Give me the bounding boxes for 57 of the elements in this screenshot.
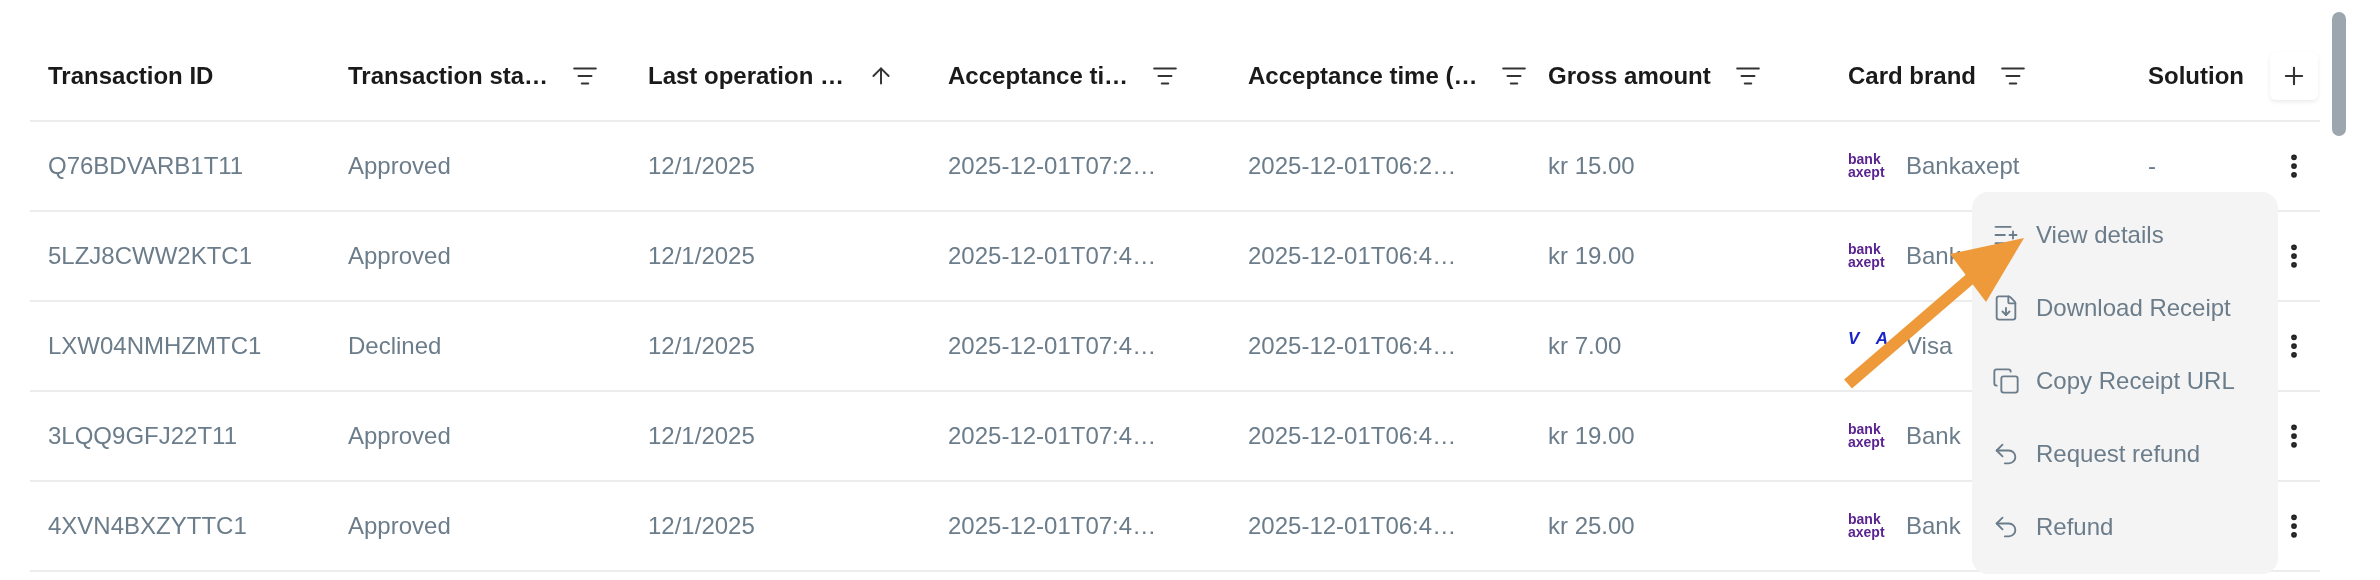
- table-cell: 2025-12-01T07:4…: [948, 512, 1157, 539]
- table-cell: 2025-12-01T06:4…: [1248, 242, 1457, 269]
- table-cell: 2025-12-01T06:4…: [1248, 422, 1457, 449]
- table-cell: Approved: [348, 422, 451, 449]
- table-cell: 12/1/2025: [648, 152, 755, 179]
- table-cell-text: Visa: [1906, 331, 1953, 361]
- table-cell: Approved: [348, 152, 451, 179]
- table-cell: 2025-12-01T07:4…: [948, 242, 1157, 269]
- table-cell: kr 7.00: [1548, 332, 1622, 359]
- column-header: Last operation …: [648, 61, 845, 91]
- table-cell: 5LZJ8CWW2KTC1: [48, 242, 253, 269]
- add-column-button[interactable]: [2270, 52, 2318, 100]
- column-header: Solution: [2148, 61, 2244, 91]
- table-cell: Approved: [348, 512, 451, 539]
- menu-item[interactable]: Download Receipt: [1972, 271, 2278, 344]
- table-cell: 12/1/2025: [648, 512, 755, 539]
- table-cell: LXW04NMHZMTC1: [48, 332, 262, 359]
- table-cell: 2025-12-01T06:4…: [1248, 332, 1457, 359]
- card-logo: bank axept: [1848, 423, 1886, 449]
- table-cell: kr 25.00: [1548, 512, 1635, 539]
- scrollbar[interactable]: [2332, 12, 2346, 136]
- menu-item[interactable]: View details: [1972, 198, 2278, 271]
- menu-item[interactable]: Copy Receipt URL: [1972, 344, 2278, 417]
- table-cell: kr 15.00: [1548, 152, 1635, 179]
- table-cell: 2025-12-01T07:4…: [948, 332, 1157, 359]
- column-header: Transaction sta…: [348, 61, 549, 91]
- table-cell: Declined: [348, 332, 442, 359]
- column-header: Card brand: [1848, 61, 1976, 91]
- column-header: Acceptance time (…: [1248, 61, 1478, 91]
- table-cell-text: Bank: [1906, 511, 1961, 541]
- card-logo: bank axept: [1848, 513, 1886, 539]
- table-cell: kr 19.00: [1548, 242, 1635, 269]
- table-cell: 3LQQ9GFJ22T11: [48, 422, 237, 449]
- table-cell: 2025-12-01T07:2…: [948, 152, 1157, 179]
- card-logo: bank axept: [1848, 153, 1886, 179]
- table-cell: Approved: [348, 242, 451, 269]
- copy-icon: [1992, 366, 2020, 395]
- card-logo: V: [1848, 329, 1860, 347]
- table-cell: 2025-12-01T07:4…: [948, 422, 1157, 449]
- table-cell-text: Bankaxept: [1906, 151, 2020, 181]
- menu-item[interactable]: Refund: [1972, 490, 2278, 563]
- table-cell: 12/1/2025: [648, 242, 755, 269]
- table-cell: -: [2148, 152, 2156, 179]
- table-cell: 12/1/2025: [648, 422, 755, 449]
- table-cell: 2025-12-01T06:2…: [1248, 152, 1457, 179]
- table-cell: 4XVN4BXZYTTC1: [48, 512, 247, 539]
- card-logo: A: [1875, 329, 1888, 347]
- column-header: Acceptance ti…: [948, 61, 1129, 91]
- table-cell: 12/1/2025: [648, 332, 755, 359]
- card-logo: bank axept: [1848, 243, 1886, 269]
- table-cell: Q76BDVARB1T11: [48, 152, 244, 179]
- table-cell-text: Bank: [1906, 421, 1961, 451]
- table-cell: kr 19.00: [1548, 422, 1635, 449]
- column-header: Transaction ID: [48, 61, 214, 91]
- column-header: Gross amount: [1548, 61, 1711, 91]
- table-cell: 2025-12-01T06:4…: [1248, 512, 1457, 539]
- menu-item[interactable]: Request refund: [1972, 417, 2278, 490]
